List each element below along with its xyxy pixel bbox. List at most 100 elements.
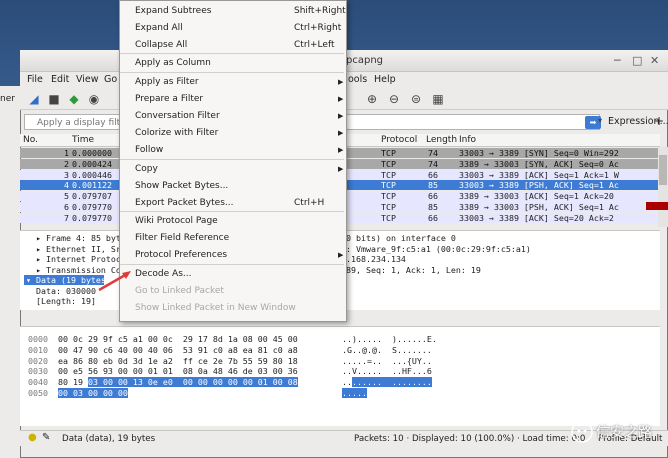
menu-item[interactable]: Colorize with Filter ▶ — [120, 125, 346, 142]
hex-row: 0020 ea 86 80 eb 0d 3d 1e a2 ff ce 2e 7b… — [28, 356, 668, 366]
cell-time: 0.079707 — [72, 191, 112, 202]
minimize-icon[interactable]: ─ — [614, 54, 621, 67]
hex-ascii: ..)..... )......E. — [342, 334, 437, 344]
detail-tail: st: Vmware_9f:c5:a1 (00:0c:29:9f:c5:a1) — [336, 243, 531, 254]
capture-options-icon[interactable]: ◉ — [86, 91, 102, 107]
maximize-icon[interactable]: □ — [632, 54, 642, 67]
menu-item[interactable]: Expand All Ctrl+Right — [120, 20, 346, 37]
filter-dropdown-icon[interactable]: ▾ — [598, 116, 602, 125]
red-pointer-arrow-icon — [98, 271, 131, 292]
menu-item[interactable]: Follow ▶ — [120, 142, 346, 159]
hex-bytes-highlighted: 03 00 00 13 0e e0 00 00 00 00 00 01 00 0… — [87, 377, 298, 388]
menu-item[interactable]: Protocol Preferences ▶ — [120, 247, 346, 264]
submenu-arrow-icon: ▶ — [338, 95, 344, 103]
edit-comment-icon[interactable]: ✎ — [42, 432, 50, 443]
column-length[interactable]: Length — [426, 135, 457, 145]
normal-size-icon[interactable]: ⊜ — [408, 91, 424, 107]
menu-item[interactable]: Prepare a Filter ▶ — [120, 91, 346, 108]
stop-capture-icon[interactable]: ■ — [46, 91, 62, 107]
detail-line[interactable]: ▾ Data (19 bytes) — [24, 275, 104, 285]
hex-offset: 0050 — [28, 388, 58, 398]
menu-item-label: Apply as Column — [135, 58, 211, 68]
watermark: 信安之路 — [556, 416, 666, 452]
menu-item-label: Expand All — [135, 23, 183, 33]
cell-no: 1 — [64, 148, 69, 158]
zoom-out-icon[interactable]: ⊖ — [386, 91, 402, 107]
cell-info: 33003 → 3389 [SYN] Seq=0 Win=292 — [459, 148, 619, 158]
menu-item[interactable]: Filter Field Reference — [120, 230, 346, 247]
column-no[interactable]: No. — [23, 135, 38, 145]
menu-item[interactable]: Apply as Filter ▶ — [120, 74, 346, 91]
cell-protocol: TCP — [381, 191, 396, 202]
submenu-arrow-icon: ▶ — [338, 78, 344, 86]
menu-item[interactable]: Copy ▶ — [120, 161, 346, 178]
cell-no: 4 — [64, 180, 69, 191]
cell-info: 33003 → 3389 [ACK] Seq=1 Ack=1 W — [459, 169, 619, 180]
detail-text: ▸ Frame 4: 85 byt — [36, 233, 121, 243]
hex-row: 0040 80 19 03 00 00 13 0e e0 00 00 00 00… — [28, 377, 668, 388]
column-time[interactable]: Time — [72, 135, 94, 145]
expert-info-icon[interactable]: ● — [28, 432, 37, 443]
cell-protocol: TCP — [381, 148, 396, 158]
detail-text: ▾ Data (19 bytes) — [26, 275, 104, 285]
hex-offset: 0020 — [28, 355, 58, 366]
menu-item-label: Filter Field Reference — [135, 233, 230, 243]
menu-item-label: Collapse All — [135, 40, 188, 50]
resize-columns-icon[interactable]: ▦ — [430, 91, 446, 107]
detail-text: Data: 030000 — [36, 285, 96, 296]
menu-item-shortcut: Ctrl+Left — [294, 40, 335, 50]
menu-item[interactable]: Show Packet Bytes... — [120, 178, 346, 195]
menu-item[interactable]: Conversation Filter ▶ — [120, 108, 346, 125]
shark-fin-start-icon[interactable]: ◢ — [26, 91, 42, 107]
menu-item-label: Prepare a Filter — [135, 94, 204, 104]
cell-info: 3389 → 33003 [ACK] Seq=1 Ack=20 — [459, 191, 614, 202]
hex-row: 0000 00 0c 29 9f c5 a1 00 0c 29 17 8d 1a… — [28, 334, 668, 344]
cell-no: 6 — [64, 202, 69, 212]
hex-bytes: 00 e5 56 93 00 00 01 01 08 0a 48 46 de 0… — [57, 366, 298, 377]
menu-item-label: Show Packet Bytes... — [135, 181, 229, 191]
cell-protocol: TCP — [381, 212, 396, 223]
add-filter-button-icon[interactable]: + — [654, 114, 664, 128]
menu-item-label: Wiki Protocol Page — [135, 216, 218, 226]
cell-length: 74 — [428, 158, 438, 169]
cell-length: 66 — [428, 212, 438, 223]
detail-text: [Length: 19] — [36, 296, 96, 306]
menu-go[interactable]: Go — [104, 74, 117, 85]
detail-text: ▸ Internet Protoc — [36, 254, 121, 264]
cell-length: 85 — [428, 180, 438, 191]
cell-info: 33003 → 3389 [PSH, ACK] Seq=1 Ac — [459, 180, 619, 191]
menu-edit[interactable]: Edit — [51, 74, 69, 85]
cell-protocol: TCP — [381, 158, 396, 169]
restart-capture-icon[interactable]: ◆ — [66, 91, 82, 107]
menu-item[interactable]: Export Packet Bytes... Ctrl+H — [120, 195, 346, 212]
menu-item[interactable]: Expand Subtrees Shift+Right — [120, 3, 346, 20]
menu-item-shortcut: Ctrl+Right — [294, 23, 342, 33]
hex-offset: 0000 — [28, 334, 58, 344]
background-window-text: ner — [0, 94, 15, 104]
close-icon[interactable]: ✕ — [650, 54, 659, 67]
status-packet-counts: Packets: 10 · Displayed: 10 (100.0%) · L… — [354, 434, 586, 444]
hex-offset: 0010 — [28, 344, 58, 355]
status-field-info: Data (data), 19 bytes — [62, 434, 156, 444]
submenu-arrow-icon: ▶ — [338, 165, 344, 173]
submenu-arrow-icon: ▶ — [338, 146, 344, 154]
packet-list-scroll-thumb[interactable] — [659, 155, 667, 185]
menu-item-label: Colorize with Filter — [135, 128, 219, 138]
column-protocol[interactable]: Protocol — [381, 135, 417, 145]
menu-item-label: Go to Linked Packet — [135, 286, 224, 296]
menu-help[interactable]: Help — [374, 74, 396, 85]
menu-item[interactable]: Collapse All Ctrl+Left — [120, 37, 346, 54]
menu-item[interactable]: Decode As... — [120, 266, 346, 283]
menu-item: Go to Linked Packet — [120, 283, 346, 300]
menu-item[interactable]: Wiki Protocol Page — [120, 213, 346, 230]
detail-tail: 680 bits) on interface 0 — [336, 233, 456, 243]
submenu-arrow-icon: ▶ — [338, 251, 344, 259]
cell-time: 0.000424 — [72, 158, 112, 169]
menu-item-label: Conversation Filter — [135, 111, 220, 121]
zoom-in-icon[interactable]: ⊕ — [364, 91, 380, 107]
menu-item[interactable]: Apply as Column — [120, 55, 346, 72]
menu-view[interactable]: View — [76, 74, 99, 85]
column-info[interactable]: Info — [459, 135, 476, 145]
menu-tools[interactable]: ools — [348, 74, 367, 85]
menu-file[interactable]: File — [27, 74, 43, 85]
